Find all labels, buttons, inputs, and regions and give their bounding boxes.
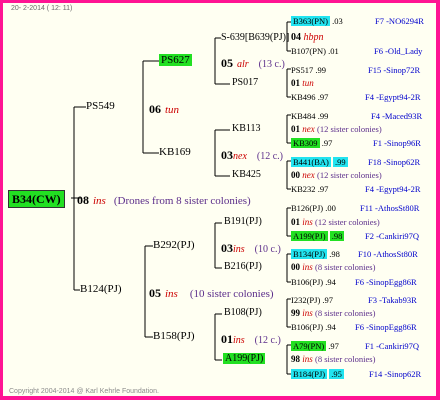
leaf-3-ref: F15 -Sinop72R: [368, 65, 421, 75]
node-kb169[interactable]: KB169: [159, 146, 191, 158]
leaf-7[interactable]: B441(BA) .99: [291, 157, 348, 167]
leaf-15[interactable]: A79(PN) .97: [291, 341, 339, 351]
leaf-4-ref: F4 -Egypt94-2R: [365, 92, 421, 102]
leaf-9-ref: F11 -AthosSt80R: [360, 203, 420, 213]
root-node[interactable]: B34(CW): [8, 190, 65, 208]
ps627-generation: 05 alr (13 c.): [221, 56, 285, 70]
root-label: B34(CW): [8, 190, 65, 208]
b108-generation: 99 ins (8 sister colonies): [291, 308, 376, 318]
b124-generation: 05 ins (10 sister colonies): [149, 286, 274, 300]
leaf-10-ref: F2 -Cankiri97Q: [365, 231, 420, 241]
leaf-12-ref: F6 -SinopEgg86R: [355, 277, 417, 287]
node-kb425[interactable]: KB425: [232, 169, 261, 180]
leaf-12[interactable]: B106(PJ) .94: [291, 277, 336, 287]
kb113-generation: 01 nex (12 sister colonies): [291, 124, 382, 134]
leaf-1[interactable]: B363(PN) .03: [291, 16, 343, 26]
leaf-6[interactable]: KB309 .97: [291, 138, 332, 148]
kb425-generation: 00 nex (12 sister colonies): [291, 170, 382, 180]
leaf-16[interactable]: B184(PJ) .95: [291, 369, 344, 379]
node-ps627[interactable]: PS627: [159, 54, 192, 66]
leaf-2-ref: F6 -Old_Lady: [374, 46, 423, 56]
node-kb113[interactable]: KB113: [232, 123, 261, 134]
leaf-15-ref: F1 -Cankiri97Q: [365, 341, 420, 351]
s639-generation: 04 hbpn: [291, 32, 324, 43]
node-b216[interactable]: B216(PJ): [224, 261, 262, 272]
leaf-3[interactable]: PS517 .99: [291, 65, 326, 75]
leaf-6-ref: F1 -Sinop96R: [373, 138, 421, 148]
leaf-1-ref: F7 -NO6294R: [375, 16, 424, 26]
b158-generation: 01ins (12 c.): [221, 332, 281, 346]
ps549-generation: 06 tun: [149, 102, 180, 116]
leaf-4[interactable]: KB496 .97: [291, 92, 328, 102]
leaf-8[interactable]: KB232 .97: [291, 184, 328, 194]
node-b108[interactable]: B108(PJ): [224, 307, 262, 318]
node-ps549[interactable]: PS549: [86, 100, 115, 112]
leaf-13-ref: F3 -Takab93R: [368, 295, 417, 305]
node-a199[interactable]: A199(PJ): [223, 353, 266, 364]
leaf-11[interactable]: B134(PJ) .98: [291, 249, 340, 259]
root-note: (Drones from 8 sister colonies): [113, 195, 251, 207]
leaf-14-ref: F6 -SinopEgg86R: [355, 322, 417, 332]
b216-generation: 00 ins (8 sister colonies): [291, 262, 376, 272]
node-b191[interactable]: B191(PJ): [224, 216, 262, 227]
leaf-2[interactable]: B107(PN) .01: [291, 46, 339, 56]
node-b158[interactable]: B158(PJ): [153, 330, 195, 342]
leaf-16-ref: F14 -Sinop62R: [369, 369, 422, 379]
leaf-10[interactable]: A199(PJ) .98: [291, 231, 345, 241]
leaf-5-ref: F4 -Maced93R: [371, 111, 423, 121]
a199-generation: 98 ins (8 sister colonies): [291, 354, 376, 364]
leaf-7-ref: F18 -Sinop62R: [368, 157, 421, 167]
copyright: Copyright 2004-2014 @ Karl Kehrle Founda…: [9, 388, 159, 395]
kb169-generation: 03nex (12 c.): [221, 148, 283, 162]
ps017-generation: 01 tun: [291, 78, 314, 88]
root-generation: 08 ins (Drones from 8 sister colonies): [77, 193, 251, 207]
leaf-8-ref: F4 -Egypt94-2R: [365, 184, 421, 194]
leaf-5[interactable]: KB484 .99: [291, 111, 328, 121]
leaf-14[interactable]: B106(PJ) .94: [291, 322, 336, 332]
leaf-13[interactable]: I232(PJ) .97: [291, 295, 333, 305]
b292-generation: 03ins (10 c.): [221, 241, 281, 255]
pedigree-frame: 20- 2-2014 ( 12: 11) B34(CW) 08 ins (Dro…: [3, 3, 436, 396]
b191-generation: 01 ins (12 sister colonies): [291, 217, 380, 227]
leaf-11-ref: F10 -AthosSt80R: [358, 249, 418, 259]
node-ps017[interactable]: PS017: [232, 77, 258, 88]
node-s639[interactable]: S-639[B639(PJ)]: [221, 32, 289, 43]
node-b124[interactable]: B124(PJ): [80, 283, 122, 295]
leaf-9[interactable]: B126(PJ) .00: [291, 203, 336, 213]
node-b292[interactable]: B292(PJ): [153, 239, 195, 251]
